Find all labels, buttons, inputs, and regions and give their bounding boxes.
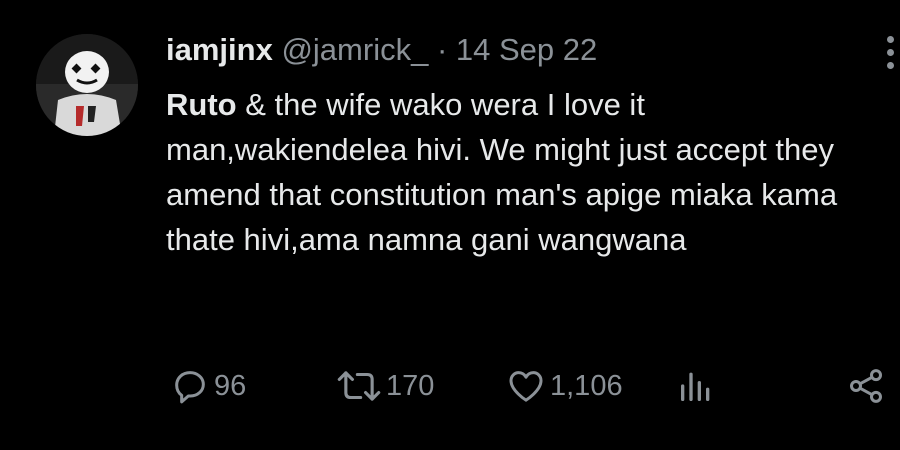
tweet-text-content: & the wife wako wera I love it man,wakie… — [166, 87, 838, 257]
views-button[interactable] — [676, 362, 716, 410]
mention-link[interactable]: Ruto — [166, 87, 237, 122]
tweet-text: Ruto & the wife wako wera I love it man,… — [166, 82, 886, 262]
share-icon — [849, 369, 883, 403]
reply-count: 96 — [214, 369, 247, 402]
retweet-button[interactable]: 170 — [336, 362, 434, 410]
retweet-count: 170 — [386, 369, 435, 402]
like-button[interactable]: 1,106 — [506, 362, 623, 410]
reply-icon — [175, 371, 205, 404]
separator-dot: · — [436, 32, 448, 67]
tweet-header: iamjinx @jamrick_ · 14 Sep 22 — [166, 30, 597, 70]
reply-button[interactable]: 96 — [170, 362, 246, 410]
retweet-icon — [337, 371, 381, 401]
avatar[interactable] — [36, 34, 138, 136]
more-options-icon[interactable] — [884, 36, 898, 76]
like-count: 1,106 — [550, 369, 623, 402]
tweet-actions: 96 170 1,106 — [166, 362, 886, 410]
analytics-icon — [681, 372, 710, 401]
display-name[interactable]: iamjinx — [166, 32, 273, 67]
heart-icon — [509, 371, 543, 402]
tweet-date[interactable]: 14 Sep 22 — [456, 32, 597, 67]
share-button[interactable] — [846, 362, 886, 410]
tweet[interactable]: iamjinx @jamrick_ · 14 Sep 22 Ruto & the… — [0, 0, 900, 450]
user-handle[interactable]: @jamrick_ — [281, 32, 428, 67]
